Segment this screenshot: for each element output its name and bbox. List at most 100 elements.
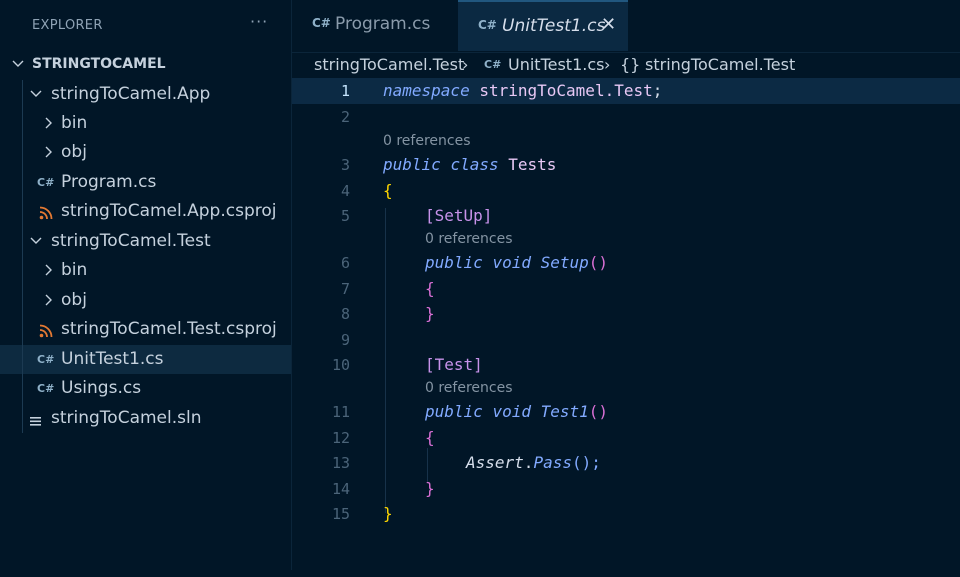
line-number: 7 <box>340 280 350 298</box>
tree-file-test-csproj[interactable]: stringToCamel.Test.csproj <box>0 315 291 344</box>
tree-item-label: stringToCamel.App <box>51 84 211 104</box>
breadcrumb: stringToCamel.Test › C# UnitTest1.cs › {… <box>292 52 960 78</box>
csharp-file-icon: C# <box>312 16 331 30</box>
code-line[interactable]: 14 } <box>292 476 960 502</box>
tree-root-folder[interactable]: STRINGTOCAMEL <box>0 50 291 79</box>
tree-item-label: bin <box>61 260 88 280</box>
code-text: public void Setup() <box>425 253 609 272</box>
chevron-right-icon <box>42 256 56 285</box>
tab-unittest1-cs[interactable]: C# UnitTest1.cs ✕ <box>458 0 628 51</box>
code-text: [Test] <box>425 355 483 374</box>
tree-folder-bin[interactable]: bin <box>0 256 291 285</box>
code-line[interactable]: 3 public class Tests <box>292 152 960 178</box>
code-line[interactable]: 4 { <box>292 178 960 204</box>
chevron-down-icon <box>12 50 26 79</box>
tree-item-label: UnitTest1.cs <box>61 349 164 369</box>
breadcrumb-folder[interactable]: stringToCamel.Test <box>314 55 464 74</box>
tree-folder-obj[interactable]: obj <box>0 286 291 315</box>
code-text: public class Tests <box>383 155 557 174</box>
solution-file-icon <box>30 413 42 426</box>
explorer-sidebar: EXPLORER ··· STRINGTOCAMEL stringToCamel… <box>0 0 292 570</box>
line-number: 5 <box>340 207 350 225</box>
code-line[interactable]: 1 namespace stringToCamel.Test; <box>292 78 960 104</box>
line-number: 9 <box>340 331 350 349</box>
code-text: { <box>425 279 435 298</box>
csproj-file-icon <box>39 323 53 338</box>
tree-item-label: stringToCamel.Test.csproj <box>61 319 277 339</box>
code-text: { <box>383 181 393 200</box>
code-line[interactable]: 13 Assert.Pass(); <box>292 450 960 476</box>
namespace-icon: {} <box>620 55 641 74</box>
code-text: namespace stringToCamel.Test; <box>383 81 663 100</box>
code-line[interactable]: 5 [SetUp] <box>292 203 960 229</box>
code-text: { <box>425 428 435 447</box>
line-number: 12 <box>331 429 350 447</box>
code-line[interactable]: 10 [Test] <box>292 352 960 378</box>
vscode-window: EXPLORER ··· STRINGTOCAMEL stringToCamel… <box>0 0 960 570</box>
tree-folder-obj[interactable]: obj <box>0 138 291 167</box>
code-line[interactable]: 15 } <box>292 501 960 527</box>
code-line[interactable]: 9 <box>292 327 960 353</box>
tab-program-cs[interactable]: C# Program.cs <box>292 0 458 49</box>
editor-tabs: C# Program.cs C# UnitTest1.cs ✕ <box>292 0 960 53</box>
chevron-right-icon: › <box>462 55 469 74</box>
line-number: 4 <box>340 182 350 200</box>
csharp-file-icon: C# <box>37 382 55 395</box>
line-number: 1 <box>340 82 350 100</box>
code-line[interactable]: 2 <box>292 104 960 130</box>
line-number: 14 <box>331 480 350 498</box>
codelens-references[interactable]: 0 references <box>425 231 513 247</box>
code-text: } <box>383 504 393 523</box>
code-text: } <box>425 479 435 498</box>
csharp-file-icon: C# <box>484 58 502 71</box>
tree-item-label: Program.cs <box>61 172 157 192</box>
code-line[interactable]: 6 public void Setup() <box>292 250 960 276</box>
tree-item-label: obj <box>61 290 87 310</box>
tab-label: Program.cs <box>335 14 431 34</box>
tab-label: UnitTest1.cs <box>502 16 606 36</box>
tree-file-program[interactable]: C# Program.cs <box>0 168 291 197</box>
breadcrumb-namespace[interactable]: stringToCamel.Test <box>645 55 795 74</box>
explorer-title: EXPLORER <box>32 18 103 33</box>
tree-item-label: bin <box>61 113 88 133</box>
chevron-right-icon <box>42 286 56 315</box>
codelens-references[interactable]: 0 references <box>425 380 513 396</box>
tree-file-usings[interactable]: C# Usings.cs <box>0 374 291 403</box>
code-text: public void Test1() <box>425 402 609 421</box>
code-line[interactable]: 8 } <box>292 301 960 327</box>
tree-file-unittest1[interactable]: C# UnitTest1.cs <box>0 345 291 374</box>
close-icon[interactable]: ✕ <box>601 14 616 35</box>
tree-folder-bin[interactable]: bin <box>0 109 291 138</box>
line-number: 6 <box>340 254 350 272</box>
chevron-right-icon: › <box>604 55 611 74</box>
code-line[interactable]: 11 public void Test1() <box>292 399 960 425</box>
csharp-file-icon: C# <box>478 18 497 32</box>
chevron-down-icon <box>30 227 44 256</box>
tree-item-label: Usings.cs <box>61 378 142 398</box>
code-line[interactable]: 7 { <box>292 276 960 302</box>
line-number: 3 <box>340 156 350 174</box>
tree-file-sln[interactable]: stringToCamel.sln <box>0 404 291 433</box>
tree-indent-guide <box>22 80 23 433</box>
tree-folder-test[interactable]: stringToCamel.Test <box>0 227 291 256</box>
tree-item-label: stringToCamel.sln <box>51 408 202 428</box>
tree-item-label: stringToCamel.App.csproj <box>61 201 277 221</box>
line-number: 10 <box>331 356 350 374</box>
line-number: 11 <box>331 403 350 421</box>
breadcrumb-file[interactable]: UnitTest1.cs <box>508 55 604 74</box>
line-number: 2 <box>340 108 350 126</box>
tree-item-label: obj <box>61 142 87 162</box>
codelens-references[interactable]: 0 references <box>383 133 471 149</box>
tree-file-app-csproj[interactable]: stringToCamel.App.csproj <box>0 197 291 226</box>
code-text: Assert.Pass(); <box>466 453 601 472</box>
code-editor[interactable]: 1 namespace stringToCamel.Test; 2 0 refe… <box>292 78 960 570</box>
code-line[interactable]: 12 { <box>292 425 960 451</box>
tree-item-label: stringToCamel.Test <box>51 231 211 251</box>
line-number: 8 <box>340 305 350 323</box>
line-number: 13 <box>331 454 350 472</box>
chevron-down-icon <box>30 80 44 109</box>
more-actions-icon[interactable]: ··· <box>250 12 268 31</box>
code-text: } <box>425 304 435 323</box>
csharp-file-icon: C# <box>37 353 55 366</box>
tree-folder-app[interactable]: stringToCamel.App <box>0 80 291 109</box>
